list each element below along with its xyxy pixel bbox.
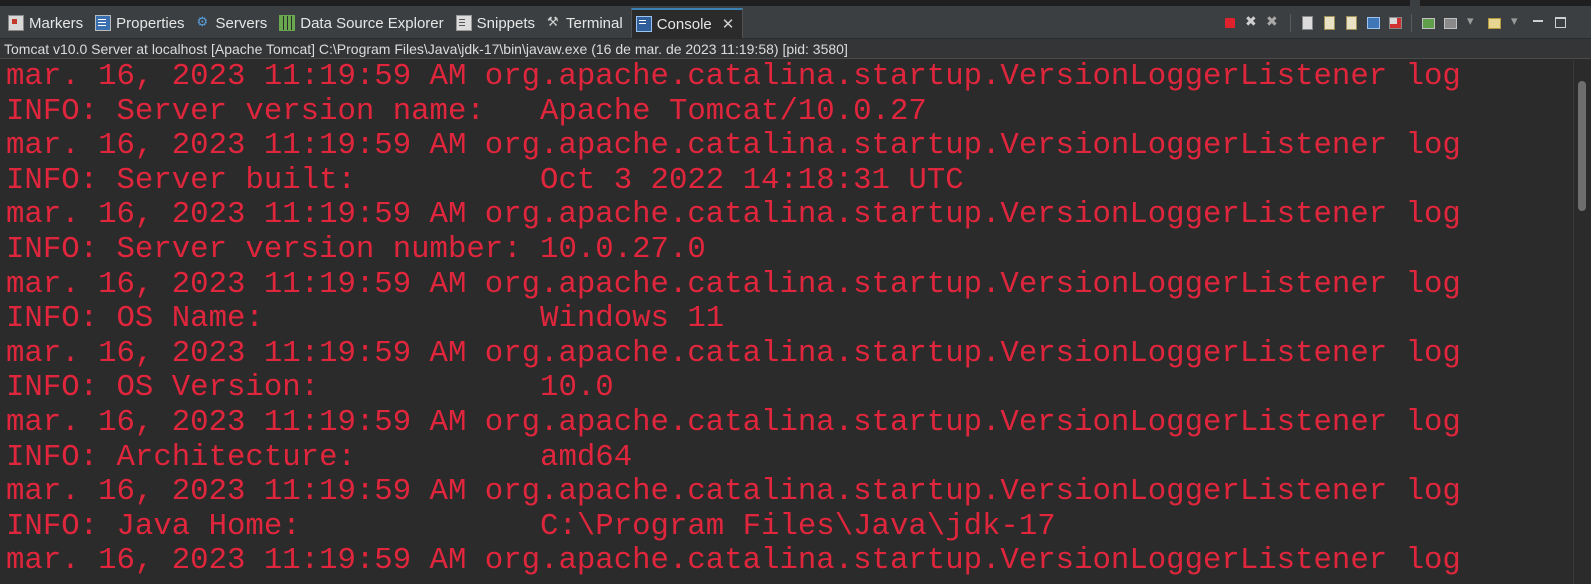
tab-snippets[interactable]: Snippets: [452, 8, 543, 38]
chevron-down-icon[interactable]: [1463, 13, 1481, 32]
tab-label: Servers: [215, 14, 268, 32]
word-wrap-icon[interactable]: [1342, 14, 1360, 32]
console-line: mar. 16, 2023 11:19:59 AM org.apache.cat…: [6, 266, 1461, 302]
chevron-down-icon[interactable]: [1507, 13, 1525, 32]
console-line: INFO: Architecture: amd64: [6, 439, 633, 475]
maximize-icon[interactable]: [1551, 14, 1569, 32]
tab-console[interactable]: Console ✕: [630, 8, 744, 38]
snippets-icon: [455, 15, 472, 31]
tab-label: Properties: [116, 14, 185, 32]
clear-console-icon[interactable]: [1298, 14, 1316, 32]
markers-icon: [8, 15, 24, 31]
console-line: INFO: Server built: Oct 3 2022 14:18:31 …: [6, 162, 964, 198]
console-line: INFO: OS Version: 10.0: [6, 370, 614, 406]
close-icon[interactable]: ✕: [722, 15, 735, 33]
console-line: mar. 16, 2023 11:19:59 AM org.apache.cat…: [6, 543, 1461, 579]
pin-console-icon[interactable]: [1364, 14, 1382, 32]
tab-properties[interactable]: Properties: [91, 8, 192, 38]
tab-label: Markers: [29, 14, 84, 32]
toolbar-separator: [1290, 14, 1291, 32]
servers-icon: [197, 14, 211, 30]
console-line: INFO: OS Name: Windows 11: [6, 301, 725, 337]
console-line: mar. 16, 2023 11:19:59 AM org.apache.cat…: [6, 197, 1461, 233]
show-console-on-output-icon[interactable]: [1386, 14, 1404, 32]
properties-icon: [95, 15, 112, 31]
console-line: INFO: Server version number: 10.0.27.0: [6, 231, 706, 267]
console-line: mar. 16, 2023 11:19:59 AM org.apache.cat…: [6, 128, 1461, 164]
console-icon: [635, 16, 652, 32]
tab-label: Console: [656, 15, 712, 33]
tab-data-source-explorer[interactable]: Data Source Explorer: [275, 8, 451, 38]
console-line: INFO: Java Home: C:\Program Files\Java\j…: [6, 508, 1056, 544]
remove-launch-icon[interactable]: [1243, 13, 1261, 32]
console-line: mar. 16, 2023 11:19:59 AM org.apache.cat…: [6, 335, 1461, 371]
tab-label: Terminal: [566, 14, 623, 32]
console-line: INFO: Server version name: Apache Tomcat…: [6, 93, 927, 129]
console-line: mar. 16, 2023 11:19:59 AM org.apache.cat…: [6, 60, 1461, 94]
terminate-icon[interactable]: [1221, 14, 1239, 32]
console-view: Markers Properties Servers Data Source E…: [0, 0, 1591, 584]
data-source-explorer-icon: [279, 15, 296, 31]
scrollbar-thumb[interactable]: [1578, 81, 1586, 211]
console-line: mar. 16, 2023 11:19:59 AM org.apache.cat…: [6, 404, 1461, 440]
console-output[interactable]: mar. 16, 2023 11:19:59 AM org.apache.cat…: [0, 60, 1574, 584]
top-strip: [0, 0, 1591, 8]
vertical-scrollbar[interactable]: [1573, 60, 1591, 584]
tab-label: Snippets: [476, 14, 536, 32]
process-info-bar: Tomcat v10.0 Server at localhost [Apache…: [0, 39, 1591, 59]
tab-list: Markers Properties Servers Data Source E…: [4, 8, 744, 38]
console-line: mar. 16, 2023 11:19:59 AM org.apache.cat…: [6, 474, 1461, 510]
remove-all-terminated-icon[interactable]: [1265, 13, 1283, 32]
view-tab-bar: Markers Properties Servers Data Source E…: [0, 8, 1591, 39]
tab-markers[interactable]: Markers: [4, 8, 91, 38]
toolbar-separator: [1411, 14, 1412, 32]
display-selected-console-icon[interactable]: [1419, 14, 1437, 32]
terminal-icon: [547, 14, 561, 30]
tab-label: Data Source Explorer: [300, 14, 444, 32]
tab-terminal[interactable]: Terminal: [543, 8, 631, 38]
console-list-icon[interactable]: [1441, 14, 1459, 32]
open-console-icon[interactable]: [1485, 14, 1503, 32]
minimize-icon[interactable]: [1529, 14, 1547, 32]
tab-servers[interactable]: Servers: [193, 8, 276, 38]
console-toolbar: [1219, 8, 1571, 38]
scroll-lock-icon[interactable]: [1320, 14, 1338, 32]
